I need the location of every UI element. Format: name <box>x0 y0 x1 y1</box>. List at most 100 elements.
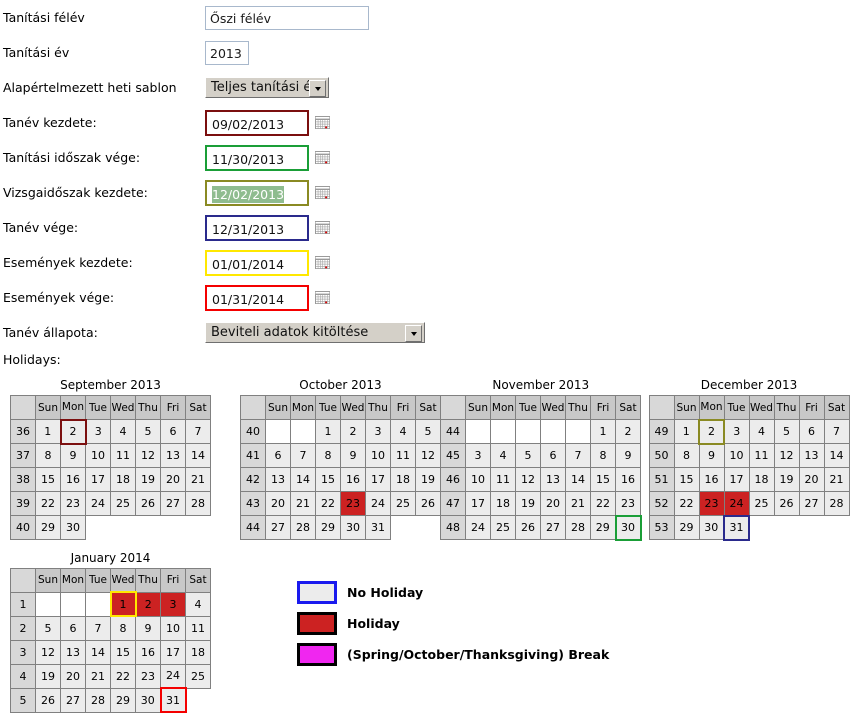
calendar-day-cell[interactable]: 8 <box>36 444 61 468</box>
calendar-day-cell[interactable]: 13 <box>541 468 566 492</box>
calendar-day-cell[interactable]: 15 <box>674 468 699 492</box>
calendar-day-cell[interactable]: 24 <box>366 492 391 516</box>
calendar-picker-icon[interactable] <box>315 256 330 269</box>
calendar-day-cell[interactable]: 5 <box>774 420 799 444</box>
calendar-day-cell[interactable]: 13 <box>799 444 824 468</box>
calendar-day-cell[interactable]: 18 <box>749 468 774 492</box>
calendar-day-cell[interactable]: 16 <box>341 468 366 492</box>
calendar-day-cell[interactable]: 30 <box>61 516 86 540</box>
date-input[interactable]: 11/30/2013 <box>205 145 309 171</box>
calendar-day-cell[interactable]: 17 <box>86 468 111 492</box>
calendar-day-cell[interactable]: 5 <box>416 420 441 444</box>
calendar-day-cell[interactable]: 2 <box>341 420 366 444</box>
calendar-day-cell[interactable]: 6 <box>799 420 824 444</box>
calendar-day-cell[interactable]: 23 <box>136 664 161 688</box>
calendar-day-cell[interactable]: 3 <box>86 420 111 444</box>
calendar-day-cell[interactable]: 3 <box>161 592 186 616</box>
calendar-day-cell[interactable]: 22 <box>111 664 136 688</box>
calendar-day-cell[interactable]: 21 <box>566 492 591 516</box>
calendar-day-cell[interactable]: 31 <box>366 516 391 540</box>
calendar-day-cell[interactable]: 2 <box>61 420 86 444</box>
calendar-day-cell[interactable]: 17 <box>724 468 749 492</box>
calendar-day-cell[interactable]: 20 <box>799 468 824 492</box>
calendar-day-cell[interactable]: 6 <box>541 444 566 468</box>
calendar-day-cell[interactable]: 1 <box>111 592 136 616</box>
calendar-day-cell[interactable]: 9 <box>616 444 641 468</box>
calendar-day-cell[interactable]: 30 <box>341 516 366 540</box>
calendar-day-cell[interactable]: 5 <box>36 616 61 640</box>
calendar-day-cell[interactable]: 24 <box>466 516 491 540</box>
calendar-day-cell[interactable]: 8 <box>674 444 699 468</box>
calendar-day-cell[interactable]: 5 <box>516 444 541 468</box>
calendar-day-cell[interactable]: 31 <box>161 688 186 712</box>
calendar-day-cell[interactable]: 10 <box>724 444 749 468</box>
date-input[interactable]: 01/01/2014 <box>205 250 309 276</box>
calendar-day-cell[interactable]: 8 <box>316 444 341 468</box>
weekly-template-select[interactable]: Teljes tanítási év <box>205 77 329 98</box>
calendar-day-cell[interactable]: 16 <box>699 468 724 492</box>
calendar-day-cell[interactable]: 22 <box>674 492 699 516</box>
calendar-day-cell[interactable]: 23 <box>61 492 86 516</box>
calendar-day-cell[interactable]: 11 <box>491 468 516 492</box>
calendar-day-cell[interactable]: 25 <box>491 516 516 540</box>
calendar-day-cell[interactable]: 14 <box>291 468 316 492</box>
calendar-day-cell[interactable]: 9 <box>341 444 366 468</box>
date-input[interactable]: 12/31/2013 <box>205 215 309 241</box>
calendar-day-cell[interactable]: 21 <box>186 468 211 492</box>
calendar-day-cell[interactable]: 16 <box>136 640 161 664</box>
calendar-day-cell[interactable]: 8 <box>591 444 616 468</box>
calendar-day-cell[interactable]: 23 <box>341 492 366 516</box>
calendar-day-cell[interactable]: 6 <box>266 444 291 468</box>
calendar-day-cell[interactable]: 29 <box>36 516 61 540</box>
calendar-day-cell[interactable]: 21 <box>86 664 111 688</box>
calendar-day-cell[interactable]: 29 <box>674 516 699 540</box>
calendar-day-cell[interactable]: 26 <box>136 492 161 516</box>
calendar-day-cell[interactable]: 23 <box>616 492 641 516</box>
calendar-day-cell[interactable]: 29 <box>591 516 616 540</box>
calendar-day-cell[interactable]: 3 <box>466 444 491 468</box>
calendar-day-cell[interactable]: 18 <box>491 492 516 516</box>
calendar-day-cell[interactable]: 12 <box>774 444 799 468</box>
calendar-day-cell[interactable]: 8 <box>111 616 136 640</box>
calendar-day-cell[interactable]: 1 <box>316 420 341 444</box>
calendar-day-cell[interactable]: 31 <box>724 516 749 540</box>
calendar-day-cell[interactable]: 11 <box>111 444 136 468</box>
calendar-day-cell[interactable]: 25 <box>749 492 774 516</box>
calendar-day-cell[interactable]: 15 <box>36 468 61 492</box>
calendar-day-cell[interactable]: 22 <box>36 492 61 516</box>
calendar-day-cell[interactable]: 21 <box>824 468 849 492</box>
calendar-day-cell[interactable]: 18 <box>186 640 211 664</box>
calendar-day-cell[interactable]: 4 <box>391 420 416 444</box>
calendar-day-cell[interactable]: 23 <box>699 492 724 516</box>
calendar-day-cell[interactable]: 30 <box>136 688 161 712</box>
calendar-day-cell[interactable]: 27 <box>61 688 86 712</box>
calendar-day-cell[interactable]: 4 <box>186 592 211 616</box>
calendar-day-cell[interactable]: 1 <box>591 420 616 444</box>
calendar-picker-icon[interactable] <box>315 116 330 129</box>
calendar-day-cell[interactable]: 2 <box>699 420 724 444</box>
year-status-select[interactable]: Beviteli adatok kitöltése <box>205 322 425 343</box>
calendar-day-cell[interactable]: 10 <box>161 616 186 640</box>
calendar-day-cell[interactable]: 3 <box>366 420 391 444</box>
calendar-day-cell[interactable]: 19 <box>516 492 541 516</box>
calendar-day-cell[interactable]: 10 <box>366 444 391 468</box>
calendar-picker-icon[interactable] <box>315 186 330 199</box>
calendar-day-cell[interactable]: 19 <box>774 468 799 492</box>
calendar-picker-icon[interactable] <box>315 221 330 234</box>
semester-name-input[interactable]: Őszi félév <box>205 6 369 30</box>
calendar-day-cell[interactable]: 22 <box>316 492 341 516</box>
calendar-day-cell[interactable]: 25 <box>391 492 416 516</box>
calendar-day-cell[interactable]: 26 <box>516 516 541 540</box>
calendar-day-cell[interactable]: 2 <box>136 592 161 616</box>
calendar-day-cell[interactable]: 4 <box>749 420 774 444</box>
calendar-day-cell[interactable]: 18 <box>391 468 416 492</box>
teaching-year-input[interactable]: 2013 <box>205 41 249 65</box>
calendar-day-cell[interactable]: 5 <box>136 420 161 444</box>
calendar-day-cell[interactable]: 2 <box>616 420 641 444</box>
calendar-day-cell[interactable]: 7 <box>86 616 111 640</box>
calendar-day-cell[interactable]: 17 <box>366 468 391 492</box>
calendar-day-cell[interactable]: 15 <box>591 468 616 492</box>
calendar-day-cell[interactable]: 20 <box>61 664 86 688</box>
calendar-day-cell[interactable]: 12 <box>36 640 61 664</box>
calendar-day-cell[interactable]: 29 <box>316 516 341 540</box>
